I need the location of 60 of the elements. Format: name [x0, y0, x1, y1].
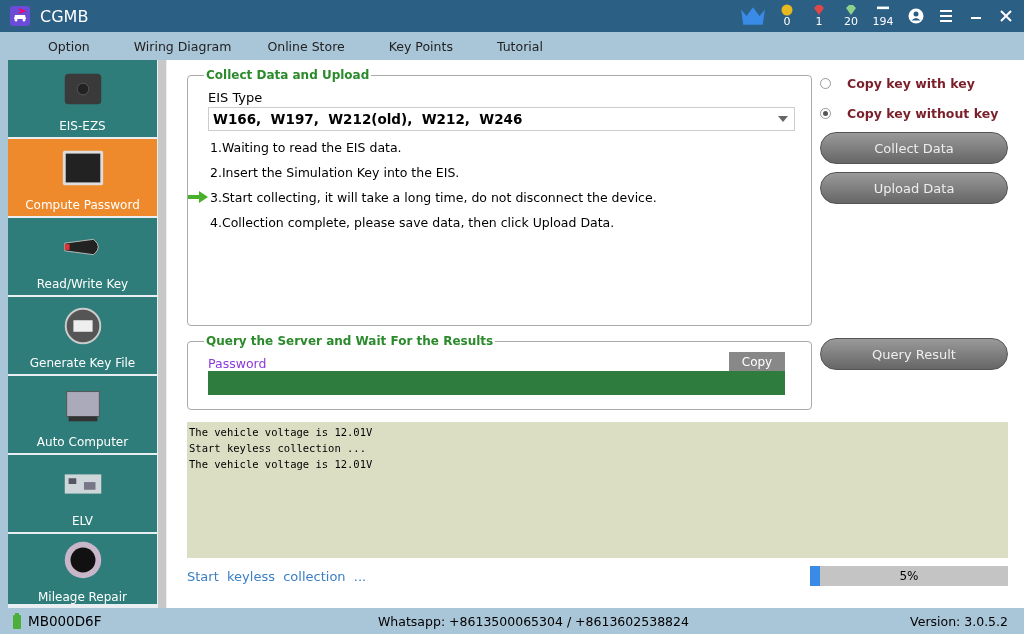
progress-reading: 5%: [899, 569, 919, 583]
step-text: 2.Insert the Simulation Key into the EIS.: [210, 164, 460, 180]
gem-icon: [845, 4, 857, 16]
sidebar-item[interactable]: Compute Password: [8, 139, 157, 216]
sidebar-label: EIS-EZS: [59, 119, 106, 133]
panel-title: Query the Server and Wait For the Results: [205, 334, 495, 348]
sidebar-item[interactable]: Mileage Repair: [8, 534, 157, 604]
sidebar-item[interactable]: EIS-EZS: [8, 60, 157, 137]
action-button[interactable]: Upload Data: [820, 172, 1008, 204]
query-result-button[interactable]: Query Result: [820, 338, 1008, 370]
sidebar-label: Read/Write Key: [36, 277, 129, 291]
coin-icon: [781, 4, 793, 16]
sidebar-item[interactable]: Read/Write Key: [8, 218, 157, 295]
menu-item[interactable]: Wiring Diagram: [133, 38, 232, 54]
action-button[interactable]: Collect Data: [820, 132, 1008, 164]
menu-item[interactable]: Online Store: [267, 38, 345, 54]
close-icon[interactable]: [998, 8, 1014, 24]
sidebar-label: ELV: [71, 514, 94, 528]
car-logo-icon: [10, 6, 30, 26]
sidebar-label: Mileage Repair: [38, 590, 127, 604]
log-line: Start keyless collection ...: [189, 441, 367, 456]
scrollbar[interactable]: [158, 60, 166, 608]
menu-item[interactable]: Key Points: [388, 38, 453, 54]
counter-value: 194: [872, 16, 894, 28]
sidebar-label: Compute Password: [25, 198, 140, 212]
device-id: MB000D6F: [28, 613, 103, 629]
panel-title: Collect Data and Upload: [205, 68, 371, 82]
battery-icon: [12, 613, 22, 629]
window-title: CGMB: [40, 6, 89, 26]
menu-item[interactable]: Tutorial: [496, 38, 543, 54]
counter-value: 1: [815, 16, 823, 28]
log-line: The vehicle voltage is 12.01V: [189, 425, 374, 440]
caret-icon: [778, 116, 788, 122]
counter-value: 20: [844, 16, 858, 28]
sidebar-item[interactable]: Generate Key File: [8, 297, 157, 374]
sidebar-label: Generate Key File: [29, 356, 136, 370]
field-label: Password: [208, 356, 267, 371]
password-field[interactable]: [208, 371, 785, 395]
log-line: The vehicle voltage is 12.01V: [189, 457, 374, 472]
menu-item[interactable]: Option: [48, 38, 90, 54]
step-text: 4.Collection complete, please save data, then click Upload Data.: [210, 214, 615, 230]
status-message: Start keyless collection ...: [187, 568, 367, 584]
menu-icon[interactable]: [938, 8, 954, 24]
mode-radio[interactable]: Copy key without key: [820, 102, 1008, 124]
field-label: EIS Type: [208, 90, 264, 105]
version-text: Version: 3.0.5.2: [910, 613, 1008, 629]
radio-label: Copy key with key: [847, 75, 975, 91]
gem-icon: [813, 4, 825, 16]
eis-type-dropdown[interactable]: W166, W197, W212(old), W212, W246: [208, 107, 795, 131]
radio-label: Copy key without key: [847, 105, 999, 121]
sidebar-item[interactable]: Auto Computer: [8, 376, 157, 453]
sidebar-label: Auto Computer: [36, 435, 129, 449]
contact-info: Whatsapp: +8613500065304 / +8613602538824: [378, 613, 690, 629]
sidebar-item[interactable]: ELV: [8, 455, 157, 532]
step-text: 3.Start collecting, it will take a long time, do not disconnect the device.: [210, 189, 657, 205]
step-text: 1.Waiting to read the EIS data.: [210, 139, 402, 155]
user-icon[interactable]: [908, 8, 924, 24]
copy-button[interactable]: Copy: [729, 352, 785, 371]
mode-radio[interactable]: Copy key with key: [820, 72, 1008, 94]
counter-value: 0: [783, 16, 791, 28]
